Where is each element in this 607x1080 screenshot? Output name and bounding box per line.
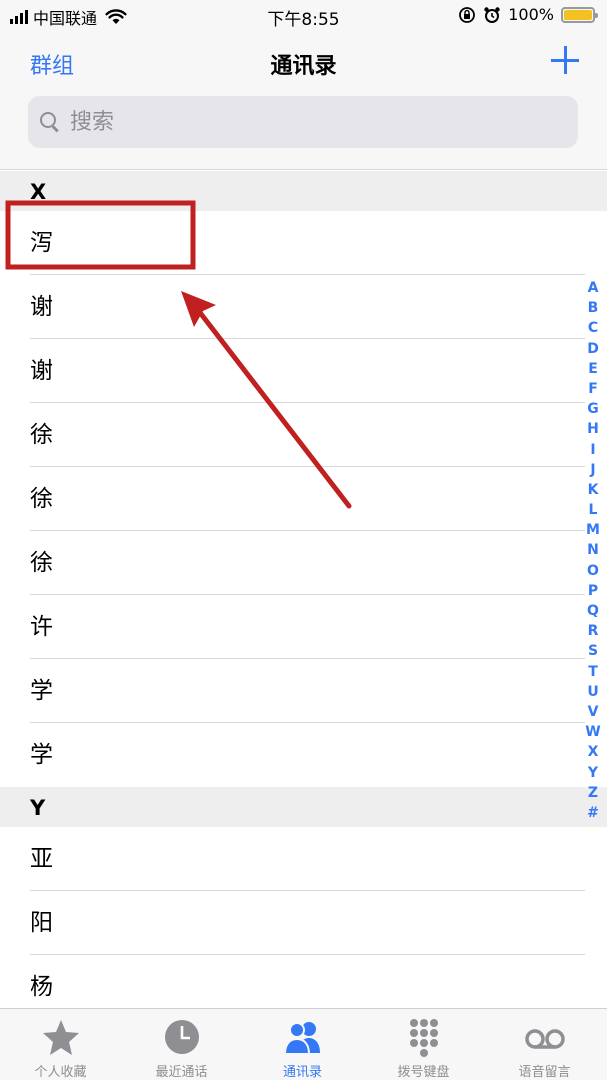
alarm-icon xyxy=(484,6,500,23)
contact-row[interactable]: 杨 xyxy=(0,955,607,1009)
contact-name: 谢 xyxy=(30,294,53,320)
contact-row[interactable]: 谢 xyxy=(0,275,607,339)
status-right: 100% xyxy=(458,5,598,24)
contact-name: 徐 xyxy=(30,550,53,576)
search-input[interactable] xyxy=(70,104,550,140)
index-letter[interactable]: Z xyxy=(583,783,603,803)
contact-name: 亚 xyxy=(30,846,53,872)
contact-name: 学 xyxy=(30,742,53,768)
index-letter[interactable]: N xyxy=(583,540,603,560)
tab-keypad[interactable]: 拨号键盘 xyxy=(363,1009,484,1080)
index-letter[interactable]: K xyxy=(583,480,603,500)
tab-label: 通讯录 xyxy=(282,1065,322,1080)
index-letter[interactable]: S xyxy=(583,641,603,661)
contact-name: 徐 xyxy=(30,422,53,448)
contact-row[interactable]: 学 xyxy=(0,659,607,723)
tab-contacts[interactable]: 通讯录 xyxy=(242,1009,363,1080)
search-icon xyxy=(40,112,58,130)
index-letter[interactable]: W xyxy=(583,722,603,742)
index-letter[interactable]: B xyxy=(583,298,603,318)
index-letter[interactable]: E xyxy=(583,359,603,379)
contact-name: 谢 xyxy=(30,358,53,384)
index-letter[interactable]: P xyxy=(583,581,603,601)
clock-icon xyxy=(165,1020,199,1054)
index-letter[interactable]: L xyxy=(583,500,603,520)
contact-row[interactable]: 亚 xyxy=(0,827,607,891)
index-letter[interactable]: R xyxy=(583,621,603,641)
voicemail-icon xyxy=(525,1029,565,1049)
page-title: 通讯录 xyxy=(270,54,337,79)
index-letter[interactable]: O xyxy=(583,561,603,581)
index-letter[interactable]: A xyxy=(583,278,603,298)
index-letter[interactable]: C xyxy=(583,318,603,338)
index-letter[interactable]: J xyxy=(583,460,603,480)
orientation-lock-icon xyxy=(459,6,476,23)
battery-icon xyxy=(561,6,598,23)
index-letter[interactable]: # xyxy=(583,803,603,823)
contact-row[interactable]: 许 xyxy=(0,595,607,659)
index-letter[interactable]: Q xyxy=(583,601,603,621)
contact-name: 杨 xyxy=(30,974,53,1000)
nav-bar: 群组 通讯录 xyxy=(0,32,607,92)
index-letter[interactable]: G xyxy=(583,399,603,419)
contact-row[interactable]: 徐 xyxy=(0,467,607,531)
section-header-y: Y xyxy=(0,787,607,827)
contact-row[interactable]: 泻 xyxy=(0,211,607,275)
contacts-icon xyxy=(283,1022,320,1055)
tab-label: 个人收藏 xyxy=(34,1065,87,1080)
contact-name: 学 xyxy=(30,678,53,704)
contact-name: 泻 xyxy=(30,230,53,256)
search-bar[interactable] xyxy=(28,96,578,148)
contact-row[interactable]: 学 xyxy=(0,723,607,787)
index-letter[interactable]: M xyxy=(583,520,603,540)
battery-percent: 100% xyxy=(508,5,554,24)
star-icon xyxy=(43,1020,79,1055)
contact-list: X 泻 谢 谢 徐 徐 徐 许 学 学 Y 亚 阳 杨 xyxy=(0,171,607,1009)
contact-name: 阳 xyxy=(30,910,53,936)
index-letter[interactable]: D xyxy=(583,339,603,359)
tab-label: 语音留言 xyxy=(518,1065,571,1080)
tab-label: 最近通话 xyxy=(155,1065,208,1080)
section-header-x: X xyxy=(0,171,607,211)
contact-row[interactable]: 徐 xyxy=(0,403,607,467)
index-letter[interactable]: V xyxy=(583,702,603,722)
contact-name: 徐 xyxy=(30,486,53,512)
contact-row[interactable]: 阳 xyxy=(0,891,607,955)
index-letter[interactable]: T xyxy=(583,662,603,682)
tab-voicemail[interactable]: 语音留言 xyxy=(484,1009,605,1080)
index-letter[interactable]: F xyxy=(583,379,603,399)
section-index[interactable]: A B C D E F G H I J K L M N O P Q R S T … xyxy=(583,278,603,823)
search-area xyxy=(0,92,607,170)
contact-row[interactable]: 谢 xyxy=(0,339,607,403)
tab-favorites[interactable]: 个人收藏 xyxy=(0,1009,121,1080)
plus-icon[interactable] xyxy=(551,46,579,74)
status-bar: 中国联通 下午8:55 100% xyxy=(0,0,607,32)
index-letter[interactable]: H xyxy=(583,419,603,439)
tab-bar: 个人收藏 最近通话 通讯录 拨号键盘 语音留言 xyxy=(0,1008,607,1080)
index-letter[interactable]: Y xyxy=(583,763,603,783)
tab-label: 拨号键盘 xyxy=(397,1065,450,1080)
tab-recents[interactable]: 最近通话 xyxy=(121,1009,242,1080)
index-letter[interactable]: U xyxy=(583,682,603,702)
contact-name: 许 xyxy=(30,614,53,640)
index-letter[interactable]: X xyxy=(583,742,603,762)
keypad-icon xyxy=(410,1019,438,1057)
index-letter[interactable]: I xyxy=(583,440,603,460)
contact-row[interactable]: 徐 xyxy=(0,531,607,595)
